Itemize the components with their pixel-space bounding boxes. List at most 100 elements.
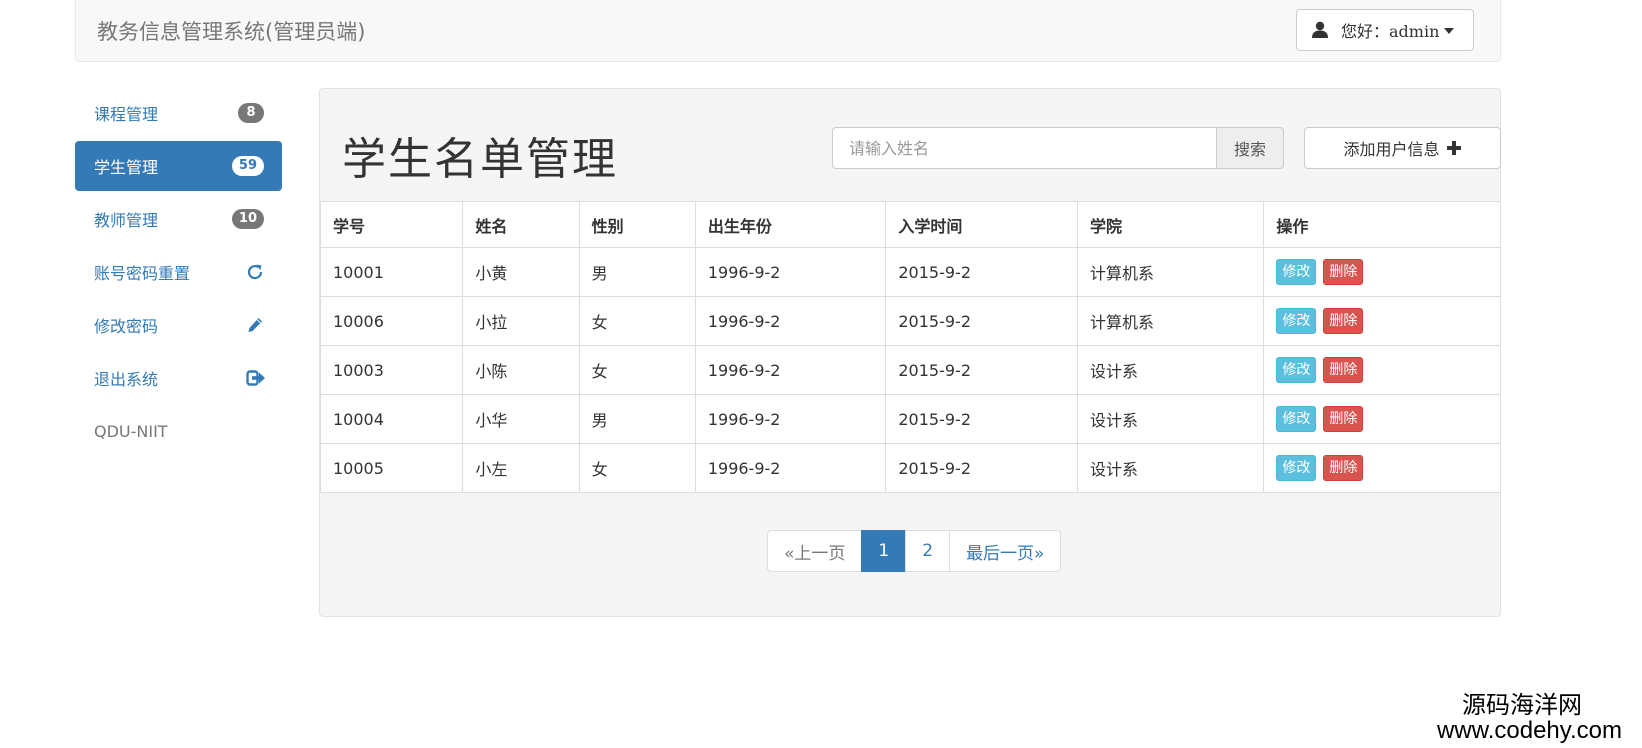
student-id: 10006 — [319, 296, 464, 346]
sidebar-item-teachers[interactable]: 教师管理 10 — [75, 194, 282, 244]
student-enroll: 2015-9-2 — [885, 394, 1078, 444]
student-id: 10004 — [319, 394, 464, 444]
table-header-row: 学号 姓名 性别 出生年份 入学时间 学院 操作 — [319, 201, 1501, 248]
add-user-label: 添加用户信息 — [1343, 140, 1440, 159]
watermark: 源码海洋网 www.codehy.com — [1437, 692, 1622, 744]
edit-button[interactable]: 修改 — [1276, 406, 1317, 432]
student-birth: 1996-9-2 — [694, 345, 887, 395]
student-id: 10005 — [319, 443, 464, 493]
table-row: 10005 小左 女 1996-9-2 2015-9-2 设计系 修改 删除 — [319, 443, 1501, 493]
student-gender: 男 — [578, 247, 696, 297]
sidebar-item-label: 学生管理 — [94, 158, 159, 177]
row-actions: 修改 删除 — [1263, 345, 1501, 395]
student-birth: 1996-9-2 — [694, 443, 887, 493]
student-college: 设计系 — [1076, 394, 1265, 444]
search-input[interactable] — [832, 127, 1216, 169]
sidebar: 课程管理 8 学生管理 59 教师管理 10 账号密码重置 修改密码 退出系统 … — [75, 88, 282, 459]
pagination: «上一页 1 2 最后一页» — [767, 530, 1062, 572]
student-birth: 1996-9-2 — [694, 247, 887, 297]
column-header: 性别 — [578, 201, 696, 248]
student-id: 10003 — [319, 345, 464, 395]
sidebar-item-label: 退出系统 — [94, 370, 159, 389]
student-name: 小华 — [462, 394, 580, 444]
search-button[interactable]: 搜索 — [1216, 127, 1284, 169]
count-badge: 8 — [238, 103, 264, 123]
student-id: 10001 — [319, 247, 464, 297]
edit-button[interactable]: 修改 — [1276, 308, 1317, 334]
sidebar-item-change-password[interactable]: 修改密码 — [75, 300, 282, 350]
student-college: 设计系 — [1076, 443, 1265, 493]
watermark-url: www.codehy.com — [1437, 717, 1622, 744]
user-greeting: 您好：admin — [1341, 22, 1440, 41]
row-actions: 修改 删除 — [1263, 247, 1501, 297]
student-name: 小黄 — [462, 247, 580, 297]
caret-down-icon — [1444, 28, 1455, 34]
count-badge: 10 — [231, 209, 264, 229]
table-row: 10006 小拉 女 1996-9-2 2015-9-2 计算机系 修改 删除 — [319, 296, 1501, 346]
student-enroll: 2015-9-2 — [885, 296, 1078, 346]
sidebar-item-students[interactable]: 学生管理 59 — [75, 141, 282, 191]
org-label: QDU-NIIT — [94, 421, 168, 441]
student-gender: 女 — [578, 443, 696, 493]
student-college: 计算机系 — [1076, 296, 1265, 346]
table-row: 10003 小陈 女 1996-9-2 2015-9-2 设计系 修改 删除 — [319, 345, 1501, 395]
app-title[interactable]: 教务信息管理系统(管理员端) — [97, 16, 365, 46]
student-gender: 女 — [578, 345, 696, 395]
sidebar-item-password-reset[interactable]: 账号密码重置 — [75, 247, 282, 297]
delete-button[interactable]: 删除 — [1323, 455, 1364, 481]
row-actions: 修改 删除 — [1263, 443, 1501, 493]
page-link-2[interactable]: 2 — [905, 530, 951, 572]
delete-button[interactable]: 删除 — [1323, 406, 1364, 432]
column-header: 操作 — [1263, 201, 1501, 248]
student-birth: 1996-9-2 — [694, 296, 887, 346]
student-name: 小陈 — [462, 345, 580, 395]
page-title: 学生名单管理 — [342, 134, 618, 185]
student-enroll: 2015-9-2 — [885, 345, 1078, 395]
edit-button[interactable]: 修改 — [1276, 455, 1317, 481]
sidebar-item-label: 账号密码重置 — [94, 264, 191, 283]
student-name: 小左 — [462, 443, 580, 493]
student-birth: 1996-9-2 — [694, 394, 887, 444]
student-enroll: 2015-9-2 — [885, 247, 1078, 297]
row-actions: 修改 删除 — [1263, 394, 1501, 444]
delete-button[interactable]: 删除 — [1323, 357, 1364, 383]
student-college: 设计系 — [1076, 345, 1265, 395]
page-link-1[interactable]: 1 — [861, 530, 907, 572]
sidebar-item-logout[interactable]: 退出系统 — [75, 353, 282, 403]
user-icon — [1311, 21, 1329, 39]
search-group: 搜索 — [832, 127, 1284, 169]
sidebar-item-label: 教师管理 — [94, 211, 159, 230]
refresh-icon — [246, 263, 264, 281]
table-row: 10004 小华 男 1996-9-2 2015-9-2 设计系 修改 删除 — [319, 394, 1501, 444]
table-row: 10001 小黄 男 1996-9-2 2015-9-2 计算机系 修改 删除 — [319, 247, 1501, 297]
edit-button[interactable]: 修改 — [1276, 357, 1317, 383]
sidebar-item-label: 修改密码 — [94, 317, 159, 336]
prev-page-link[interactable]: «上一页 — [767, 530, 863, 572]
sidebar-footer-label: QDU-NIIT — [75, 406, 282, 456]
watermark-text: 源码海洋网 — [1462, 691, 1582, 719]
row-actions: 修改 删除 — [1263, 296, 1501, 346]
top-navbar: 教务信息管理系统(管理员端) 您好：admin — [75, 0, 1501, 62]
student-name: 小拉 — [462, 296, 580, 346]
logout-icon — [246, 369, 265, 387]
student-college: 计算机系 — [1076, 247, 1265, 297]
pencil-icon — [246, 316, 264, 334]
user-menu-button[interactable]: 您好：admin — [1296, 9, 1474, 51]
column-header: 入学时间 — [885, 201, 1078, 248]
delete-button[interactable]: 删除 — [1323, 308, 1364, 334]
student-gender: 男 — [578, 394, 696, 444]
column-header: 学号 — [319, 201, 464, 248]
sidebar-item-courses[interactable]: 课程管理 8 — [75, 88, 282, 138]
last-page-link[interactable]: 最后一页» — [949, 530, 1062, 572]
edit-button[interactable]: 修改 — [1276, 259, 1317, 285]
main-panel: 学生名单管理 搜索 添加用户信息 学号 姓名 性别 出生年份 入学时间 学院 操… — [319, 88, 1501, 617]
add-user-button[interactable]: 添加用户信息 — [1304, 127, 1501, 169]
students-table: 学号 姓名 性别 出生年份 入学时间 学院 操作 10001 小黄 男 1996… — [319, 201, 1501, 493]
column-header: 出生年份 — [694, 201, 887, 248]
student-gender: 女 — [578, 296, 696, 346]
column-header: 姓名 — [462, 201, 580, 248]
plus-icon — [1446, 140, 1462, 156]
delete-button[interactable]: 删除 — [1323, 259, 1364, 285]
student-enroll: 2015-9-2 — [885, 443, 1078, 493]
sidebar-item-label: 课程管理 — [94, 105, 159, 124]
